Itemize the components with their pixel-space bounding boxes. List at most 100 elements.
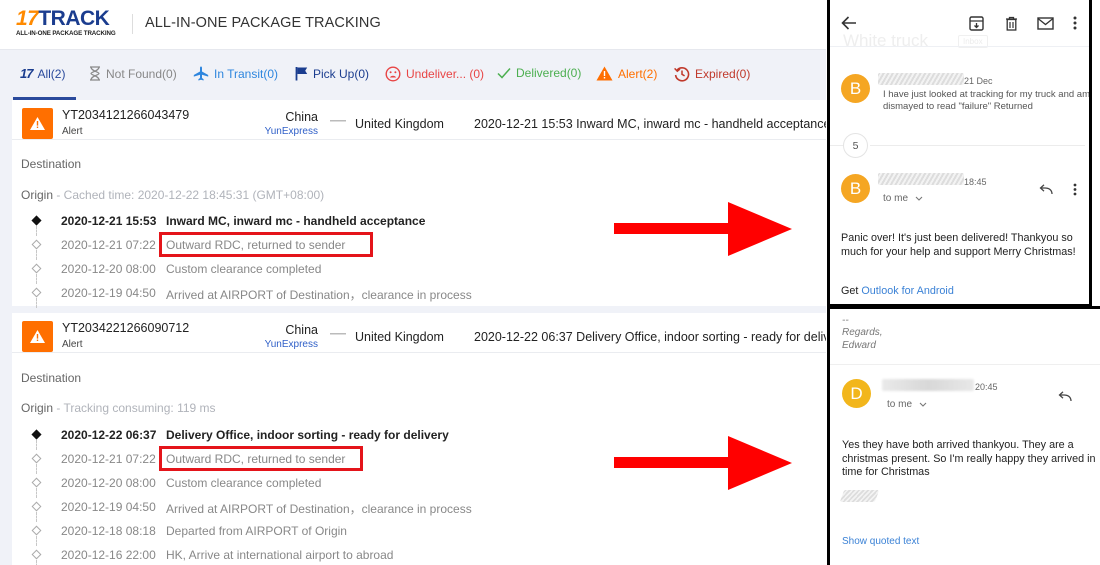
collapsed-divider bbox=[870, 145, 1085, 146]
more-options-icon[interactable] bbox=[1070, 181, 1080, 197]
more-options-icon[interactable] bbox=[1070, 14, 1080, 32]
event-description: Custom clearance completed bbox=[166, 262, 322, 276]
timeline-connector bbox=[36, 298, 37, 308]
origin-country: China bbox=[285, 110, 318, 124]
sad-face-icon bbox=[385, 66, 401, 82]
toolbar-divider bbox=[830, 46, 1089, 47]
event-description: Arrived at AIRPORT of Destination，cleara… bbox=[166, 502, 472, 516]
archive-icon[interactable] bbox=[967, 14, 985, 32]
timeline-dot-icon bbox=[31, 501, 42, 512]
origin-section-label[interactable]: Origin - Cached time: 2020-12-22 18:45:3… bbox=[21, 188, 324, 202]
timeline-connector bbox=[36, 226, 37, 236]
tab-in-transit[interactable]: In Transit(0) bbox=[193, 66, 278, 81]
logo-brand: TRACK bbox=[38, 7, 110, 30]
package-header[interactable]: YT2034221266090712 Alert China YunExpres… bbox=[12, 313, 826, 353]
event-description: HK, Arrive at international airport to a… bbox=[166, 548, 394, 562]
email-subject: White truck bbox=[843, 31, 929, 50]
history-icon bbox=[674, 67, 690, 82]
recipient-label: to me bbox=[883, 193, 909, 204]
tab-alert[interactable]: Alert(2) bbox=[596, 66, 657, 81]
event-time: 2020-12-16 22:00 bbox=[61, 548, 156, 562]
tab-label: Expired(0) bbox=[695, 67, 751, 81]
airplane-icon bbox=[193, 66, 209, 81]
tab-undelivered[interactable]: Undeliver... (0) bbox=[385, 66, 484, 82]
origin-label: Origin bbox=[21, 401, 54, 415]
show-quoted-text-link[interactable]: Show quoted text bbox=[842, 535, 919, 549]
message-divider bbox=[830, 364, 1100, 365]
timeline-connector bbox=[36, 250, 37, 260]
timeline-connector bbox=[36, 488, 37, 498]
back-arrow-icon[interactable] bbox=[840, 14, 858, 32]
timeline-dot-icon bbox=[31, 549, 42, 560]
signature-line: Edward bbox=[842, 340, 876, 351]
package-header[interactable]: YT2034121266043479 Alert China YunExpres… bbox=[12, 100, 826, 140]
event-time: 2020-12-19 04:50 bbox=[61, 286, 156, 300]
logo-number: 17 bbox=[16, 7, 39, 30]
tab-label: Not Found(0) bbox=[106, 66, 177, 81]
tab-label: In Transit(0) bbox=[214, 66, 279, 81]
timeline-dot-icon bbox=[31, 239, 42, 250]
timeline-connector bbox=[36, 536, 37, 546]
warning-triangle-icon bbox=[596, 66, 613, 81]
tab-delivered[interactable]: Delivered(0) bbox=[497, 66, 581, 80]
status-tabs: 17 All(2) Not Found(0) In Transit(0) Pic… bbox=[0, 50, 826, 100]
red-arrow-annotation bbox=[614, 436, 792, 490]
email-screenshot-2: -- Regards, Edward D 20:45 to me Yes the… bbox=[827, 306, 1100, 565]
origin-section-label[interactable]: Origin - Tracking consuming: 119 ms bbox=[21, 401, 216, 415]
collapsed-messages-count[interactable]: 5 bbox=[843, 133, 868, 158]
timeline-connector bbox=[36, 512, 37, 522]
message-footer: Get Outlook for Android bbox=[841, 285, 954, 299]
message-time: 20:45 bbox=[975, 382, 998, 392]
event-description: Delivery Office, indoor sorting - ready … bbox=[166, 428, 449, 442]
destination-country: United Kingdom bbox=[355, 330, 444, 344]
tracking-number[interactable]: YT2034221266090712 bbox=[62, 321, 189, 335]
destination-section-label[interactable]: Destination bbox=[21, 157, 81, 171]
latest-event: 2020-12-22 06:37 Delivery Office, indoor… bbox=[474, 330, 826, 344]
outlook-android-link[interactable]: Outlook for Android bbox=[861, 285, 953, 297]
timeline-connector bbox=[36, 274, 37, 284]
recipient-dropdown[interactable]: to me bbox=[883, 193, 923, 204]
tab-label: Undeliver... (0) bbox=[406, 67, 485, 81]
redacted-signature bbox=[839, 490, 880, 502]
timeline-dot-icon bbox=[31, 263, 42, 274]
footer-prefix: Get bbox=[841, 285, 862, 297]
tab-label: Pick Up(0) bbox=[313, 66, 370, 81]
tab-all[interactable]: 17 All(2) bbox=[20, 66, 65, 81]
destination-section-label[interactable]: Destination bbox=[21, 371, 81, 385]
reply-icon[interactable] bbox=[1038, 182, 1054, 196]
event-time: 2020-12-19 04:50 bbox=[61, 500, 156, 514]
17track-logo[interactable]: 17TRACK ALL-IN-ONE PACKAGE TRACKING bbox=[16, 8, 122, 38]
delete-icon[interactable] bbox=[1002, 14, 1020, 32]
email-screenshot-1: White truck Inbox B 21 Dec I have just l… bbox=[827, 0, 1092, 307]
carrier-link[interactable]: YunExpress bbox=[265, 126, 318, 137]
event-time: 2020-12-20 08:00 bbox=[61, 262, 156, 276]
destination-country: United Kingdom bbox=[355, 117, 444, 131]
tab-pick-up[interactable]: Pick Up(0) bbox=[295, 66, 369, 81]
logo-tagline: ALL-IN-ONE PACKAGE TRACKING bbox=[16, 30, 116, 37]
timeline-dot-icon bbox=[31, 215, 42, 226]
17track-logo-icon: 17 bbox=[20, 66, 34, 81]
event-time: 2020-12-22 06:37 bbox=[61, 428, 157, 442]
alert-status-icon bbox=[22, 108, 53, 139]
message-body: Yes they have both arrived thankyou. The… bbox=[842, 439, 1096, 478]
redacted-sender-name bbox=[882, 379, 974, 391]
tab-label: All(2) bbox=[37, 66, 66, 81]
origin-label: Origin bbox=[21, 188, 54, 202]
sender-avatar: B bbox=[841, 174, 870, 203]
tab-not-found[interactable]: Not Found(0) bbox=[89, 66, 177, 81]
recipient-dropdown[interactable]: to me bbox=[887, 399, 927, 410]
tracking-number[interactable]: YT2034121266043479 bbox=[62, 108, 189, 122]
redacted-sender-name bbox=[878, 73, 964, 85]
event-time: 2020-12-21 07:22 bbox=[61, 238, 156, 252]
latest-event: 2020-12-21 15:53 Inward MC, inward mc - … bbox=[474, 117, 826, 131]
tab-expired[interactable]: Expired(0) bbox=[674, 66, 750, 82]
package-status: Alert bbox=[62, 126, 83, 137]
carrier-link[interactable]: YunExpress bbox=[265, 339, 318, 350]
collapsed-divider bbox=[830, 145, 843, 146]
reply-icon[interactable] bbox=[1057, 389, 1073, 403]
message-snippet: I have just looked at tracking for my tr… bbox=[883, 89, 1090, 112]
mail-icon[interactable] bbox=[1035, 14, 1055, 32]
origin-meta: - Tracking consuming: 119 ms bbox=[53, 401, 216, 415]
event-time: 2020-12-18 08:18 bbox=[61, 524, 156, 538]
timeline-dot-icon bbox=[31, 453, 42, 464]
